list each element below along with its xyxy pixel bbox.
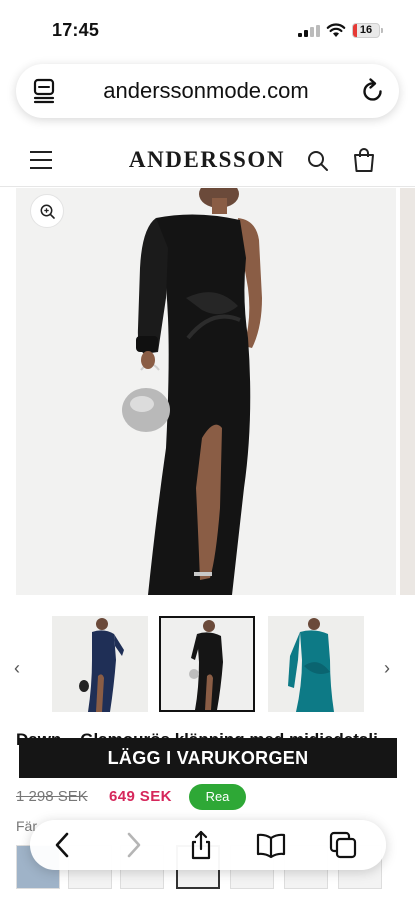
search-icon[interactable] (306, 149, 330, 173)
thumbnail-black-dress[interactable] (159, 616, 255, 712)
battery-tip (381, 28, 383, 33)
browser-toolbar (30, 820, 386, 870)
product-main-image[interactable] (16, 188, 396, 595)
tabs-overview-icon[interactable] (32, 78, 56, 104)
back-icon[interactable] (48, 830, 78, 860)
add-to-cart-button[interactable]: LÄGG I VARUKORGEN (19, 738, 397, 778)
thumbnail-carousel: ‹ › (0, 610, 415, 720)
bookmarks-icon[interactable] (256, 830, 286, 860)
wifi-icon (326, 23, 346, 37)
price-row: 1 298 SEK 649 SEK Rea (16, 784, 396, 810)
thumbnail-teal-dress[interactable] (268, 616, 364, 712)
next-arrow-icon[interactable]: › (384, 658, 400, 678)
url-text[interactable]: anderssonmode.com (76, 78, 336, 104)
cellular-signal-icon (298, 25, 320, 37)
sale-price: 649 SEK (109, 788, 172, 805)
shopping-bag-icon[interactable] (352, 147, 376, 173)
store-logo[interactable]: ANDERSSON (122, 147, 292, 173)
tabs-icon[interactable] (328, 830, 358, 860)
address-bar[interactable]: anderssonmode.com (16, 64, 399, 118)
next-image-peek[interactable] (400, 188, 415, 595)
share-icon[interactable] (186, 830, 216, 860)
status-bar: 17:45 16 (0, 0, 415, 58)
black-dress-photo (16, 188, 396, 595)
black-dress-thumbnail-image (161, 618, 253, 710)
sale-badge: Rea (189, 784, 246, 810)
original-price: 1 298 SEK (16, 788, 88, 805)
status-time: 17:45 (52, 20, 100, 40)
zoom-in-icon (40, 204, 55, 219)
battery-indicator: 16 (352, 23, 380, 38)
battery-percentage: 16 (359, 24, 373, 36)
previous-arrow-icon[interactable]: ‹ (14, 658, 30, 678)
hamburger-menu-icon[interactable] (30, 149, 54, 171)
thumbnail-navy-dress[interactable] (52, 616, 148, 712)
forward-icon[interactable] (118, 830, 148, 860)
navy-dress-thumbnail-image (52, 616, 148, 712)
zoom-button[interactable] (30, 194, 64, 228)
reload-icon[interactable] (360, 77, 386, 105)
site-header: ANDERSSON (0, 135, 415, 187)
teal-dress-thumbnail-image (268, 616, 364, 712)
